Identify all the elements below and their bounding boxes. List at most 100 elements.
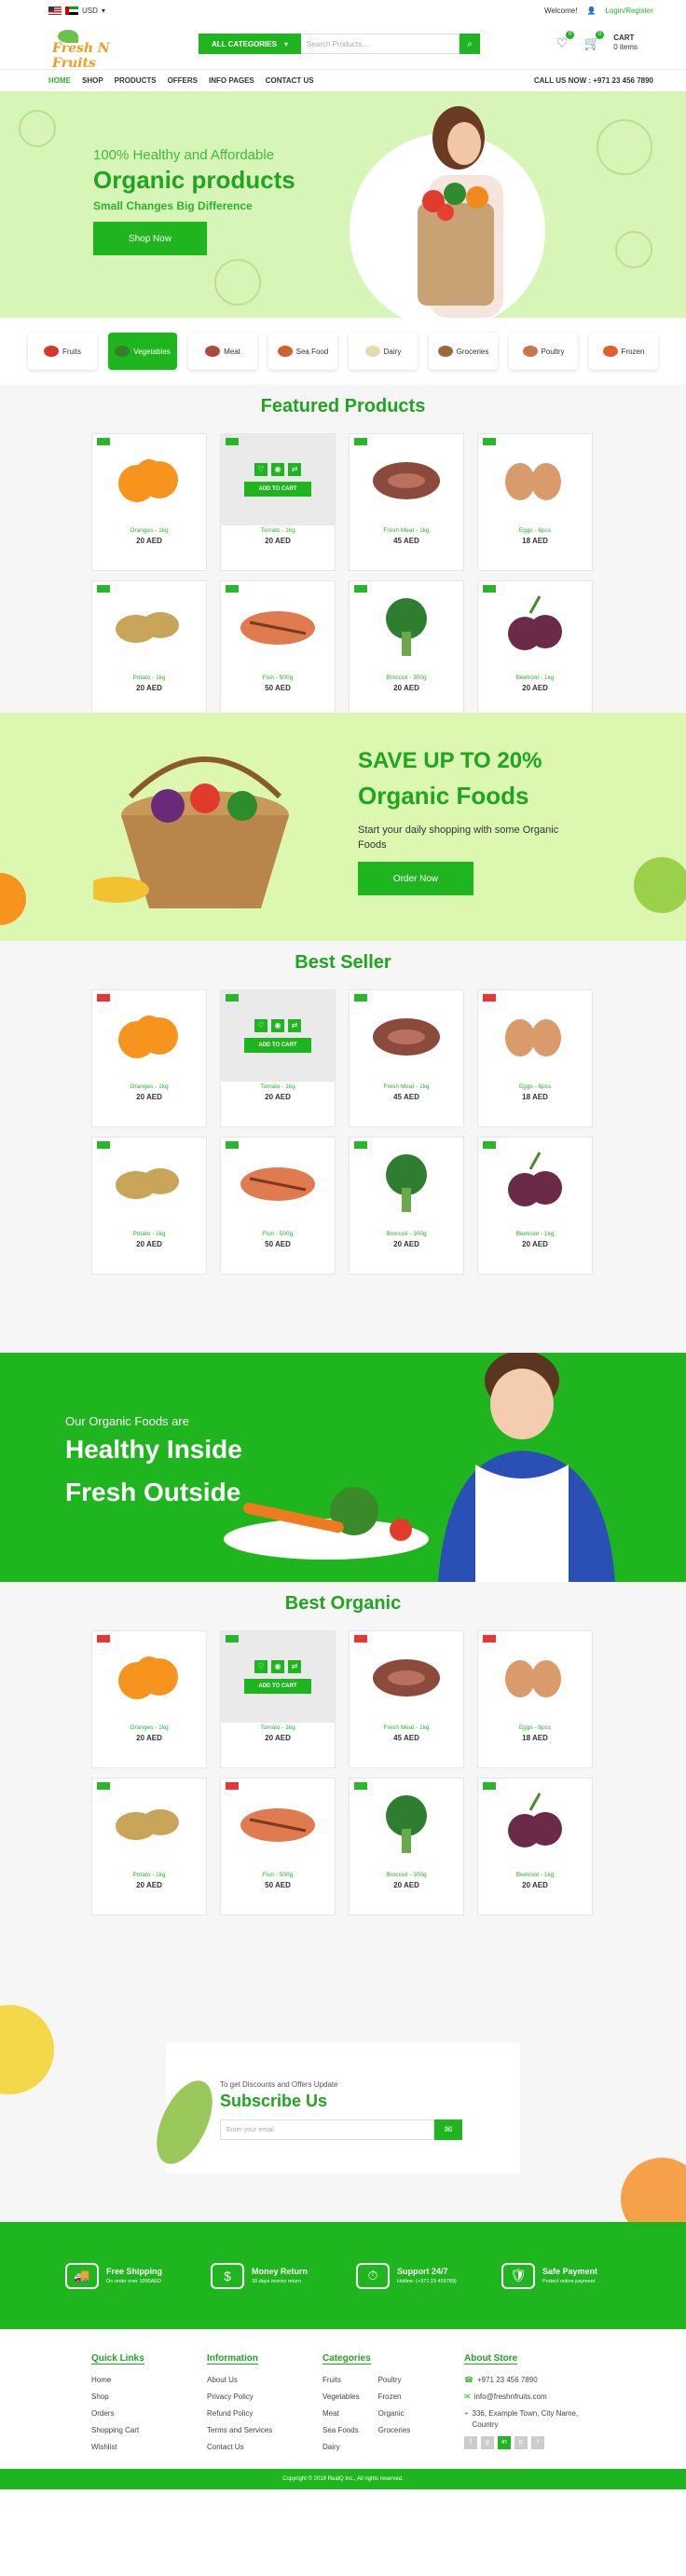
footer-link[interactable]: Groceries [378, 2422, 411, 2439]
cart-button[interactable]: 🛒 0 [583, 31, 605, 51]
product-card[interactable]: Oranges - 1kg 20 AED [91, 433, 207, 571]
currency-select[interactable]: USD [82, 7, 98, 15]
quick-view-eye-icon[interactable]: ◉ [271, 463, 284, 476]
nav-home[interactable]: HOME [48, 76, 71, 85]
product-card[interactable]: ♡ ◉ ⇄ ADD TO CART Tomato - 1kg 20 AED [220, 989, 336, 1127]
product-name[interactable]: Oranges - 1kg [92, 527, 206, 534]
nav-offers[interactable]: OFFERS [168, 76, 198, 85]
product-image[interactable] [350, 581, 463, 673]
shop-now-button[interactable]: Shop Now [93, 222, 207, 255]
google-plus-icon[interactable]: g [481, 2436, 494, 2449]
product-card[interactable]: Beetroot - 1kg 20 AED [477, 1778, 593, 1915]
product-name[interactable]: Eggs - 6pcs [478, 1084, 592, 1090]
footer-link[interactable]: Sea Foods [322, 2422, 360, 2439]
product-card[interactable]: Eggs - 6pcs 18 AED [477, 989, 593, 1127]
product-name[interactable]: Tomato - 1kg [221, 1084, 335, 1090]
product-name[interactable]: Fresh Meat - 1kg [350, 1084, 463, 1090]
product-image[interactable] [92, 1779, 206, 1870]
product-image[interactable] [350, 1631, 463, 1723]
category-meat[interactable]: Meat [188, 333, 257, 370]
product-name[interactable]: Broccoli - 300g [350, 675, 463, 681]
wishlist-heart-icon[interactable]: ♡ [254, 463, 268, 476]
product-card[interactable]: Fresh Meat - 1kg 45 AED [349, 1630, 464, 1768]
product-card[interactable]: Fresh Meat - 1kg 45 AED [349, 989, 464, 1127]
product-card[interactable]: Beetroot - 1kg 20 AED [477, 580, 593, 718]
email-input[interactable]: Enter your email [220, 2119, 434, 2140]
product-image[interactable] [92, 434, 206, 525]
product-name[interactable]: Beetroot - 1kg [478, 1872, 592, 1878]
product-card[interactable]: Broccoli - 300g 20 AED [349, 1778, 464, 1915]
footer-link[interactable]: Refund Policy [207, 2406, 322, 2422]
product-card[interactable]: Fish - 500g 50 AED [220, 1778, 336, 1915]
linkedin-icon[interactable]: in [498, 2436, 511, 2449]
product-image[interactable] [92, 990, 206, 1082]
product-card[interactable]: Fish - 500g 50 AED [220, 1137, 336, 1274]
product-image[interactable] [221, 1779, 335, 1870]
wishlist-heart-icon[interactable]: ♡ [254, 1660, 268, 1673]
footer-link[interactable]: Vegetables [322, 2389, 360, 2406]
nav-info-pages[interactable]: INFO PAGES [209, 76, 254, 85]
search-button[interactable]: ⌕ [460, 34, 480, 54]
footer-link[interactable]: Organic [378, 2406, 411, 2422]
product-card[interactable]: Potato - 1kg 20 AED [91, 1778, 207, 1915]
wishlist-heart-icon[interactable]: ♡ [254, 1019, 268, 1032]
login-register-link[interactable]: Login/Register [605, 7, 653, 15]
nav-shop[interactable]: SHOP [82, 76, 103, 85]
category-sea-food[interactable]: Sea Food [268, 333, 337, 370]
product-name[interactable]: Potato - 1kg [92, 675, 206, 681]
product-name[interactable]: Tomato - 1kg [221, 1724, 335, 1731]
add-to-cart-button[interactable]: ADD TO CART [244, 1679, 311, 1694]
compare-icon[interactable]: ⇄ [288, 1660, 301, 1673]
footer-link[interactable]: Terms and Services [207, 2422, 322, 2439]
footer-link[interactable]: Frozen [378, 2389, 411, 2406]
product-image[interactable] [92, 1138, 206, 1229]
footer-link[interactable]: Dairy [322, 2439, 360, 2456]
compare-icon[interactable]: ⇄ [288, 463, 301, 476]
product-card[interactable]: ♡ ◉ ⇄ ADD TO CART Tomato - 1kg 20 AED [220, 433, 336, 571]
add-to-cart-button[interactable]: ADD TO CART [244, 482, 311, 497]
product-card[interactable]: ♡ ◉ ⇄ ADD TO CART Tomato - 1kg 20 AED [220, 1630, 336, 1768]
product-image[interactable] [221, 581, 335, 673]
product-image[interactable] [221, 1138, 335, 1229]
wishlist-button[interactable]: ♡ 0 [554, 31, 575, 51]
product-name[interactable]: Fish - 500g [221, 675, 335, 681]
category-fruits[interactable]: Fruits [28, 333, 97, 370]
product-card[interactable]: Eggs - 6pcs 18 AED [477, 1630, 593, 1768]
product-image[interactable] [478, 1631, 592, 1723]
footer-link[interactable]: Privacy Policy [207, 2389, 322, 2406]
add-to-cart-button[interactable]: ADD TO CART [244, 1038, 311, 1053]
compare-icon[interactable]: ⇄ [288, 1019, 301, 1032]
category-dairy[interactable]: Dairy [349, 333, 418, 370]
footer-link[interactable]: Meat [322, 2406, 360, 2422]
product-card[interactable]: Beetroot - 1kg 20 AED [477, 1137, 593, 1274]
footer-link[interactable]: About Us [207, 2372, 322, 2389]
facebook-icon[interactable]: f [464, 2436, 477, 2449]
search-input[interactable]: Search Products.... [301, 34, 460, 54]
product-card[interactable]: Oranges - 1kg 20 AED [91, 1630, 207, 1768]
order-now-button[interactable]: Order Now [358, 862, 473, 895]
product-image[interactable] [92, 581, 206, 673]
product-name[interactable]: Fish - 500g [221, 1872, 335, 1878]
product-name[interactable]: Beetroot - 1kg [478, 1231, 592, 1237]
product-image[interactable] [478, 990, 592, 1082]
product-name[interactable]: Oranges - 1kg [92, 1084, 206, 1090]
cart-summary[interactable]: CART 0 items [613, 34, 638, 52]
category-vegetables[interactable]: Vegetables [108, 333, 177, 370]
category-groceries[interactable]: Groceries [429, 333, 498, 370]
product-name[interactable]: Broccoli - 300g [350, 1231, 463, 1237]
product-image[interactable] [478, 581, 592, 673]
product-card[interactable]: Eggs - 6pcs 18 AED [477, 433, 593, 571]
twitter-icon[interactable]: t [531, 2436, 544, 2449]
product-card[interactable]: Fish - 500g 50 AED [220, 580, 336, 718]
product-name[interactable]: Fresh Meat - 1kg [350, 1724, 463, 1731]
product-name[interactable]: Tomato - 1kg [221, 527, 335, 534]
product-image[interactable]: ♡ ◉ ⇄ ADD TO CART [221, 990, 335, 1082]
product-image[interactable] [478, 1779, 592, 1870]
category-frozen[interactable]: Frozen [589, 333, 658, 370]
quick-view-eye-icon[interactable]: ◉ [271, 1019, 284, 1032]
product-card[interactable]: Potato - 1kg 20 AED [91, 580, 207, 718]
category-poultry[interactable]: Poultry [509, 333, 578, 370]
product-card[interactable]: Potato - 1kg 20 AED [91, 1137, 207, 1274]
product-image[interactable] [350, 1138, 463, 1229]
footer-link[interactable]: Orders [91, 2406, 207, 2422]
